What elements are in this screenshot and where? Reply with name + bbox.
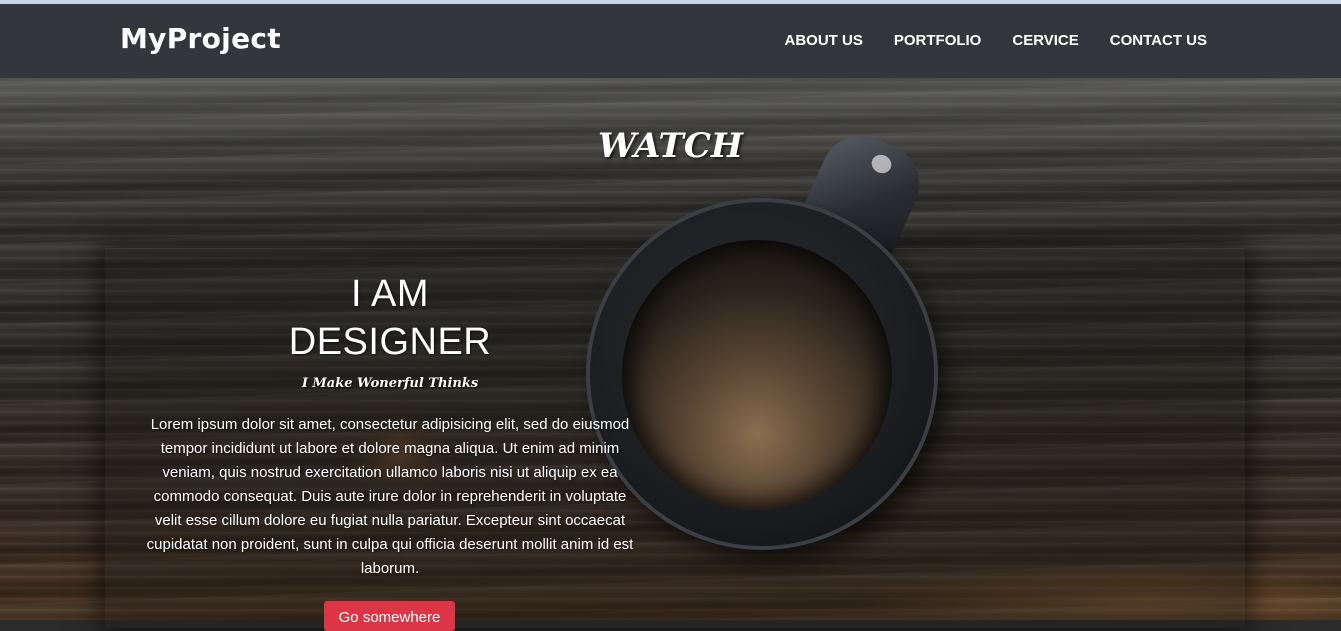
brand-logo[interactable]: MyProject: [120, 22, 281, 55]
nav-contact-us[interactable]: CONTACT US: [1110, 32, 1207, 49]
page-title: WATCH: [597, 126, 743, 166]
hero-content: I AM DESIGNER I Make Wonerful Thinks Lor…: [140, 270, 640, 581]
headline: I AM DESIGNER: [140, 270, 640, 366]
coffee-surface: [622, 240, 892, 510]
nav-cervice[interactable]: CERVICE: [1012, 32, 1078, 49]
headline-line-1: I AM: [350, 273, 430, 315]
navbar: MyProject ABOUT US PORTFOLIO CERVICE CON…: [0, 4, 1341, 78]
nav-about-us[interactable]: ABOUT US: [785, 32, 863, 49]
go-somewhere-button[interactable]: Go somewhere: [324, 601, 455, 631]
headline-line-2: DESIGNER: [288, 321, 492, 363]
tagline: I Make Wonerful Thinks: [301, 376, 479, 391]
nav-links: ABOUT US PORTFOLIO CERVICE CONTACT US: [785, 32, 1207, 49]
nav-portfolio[interactable]: PORTFOLIO: [894, 32, 982, 49]
body-text: Lorem ipsum dolor sit amet, consectetur …: [146, 416, 634, 577]
coffee-mug-image: [590, 202, 934, 546]
